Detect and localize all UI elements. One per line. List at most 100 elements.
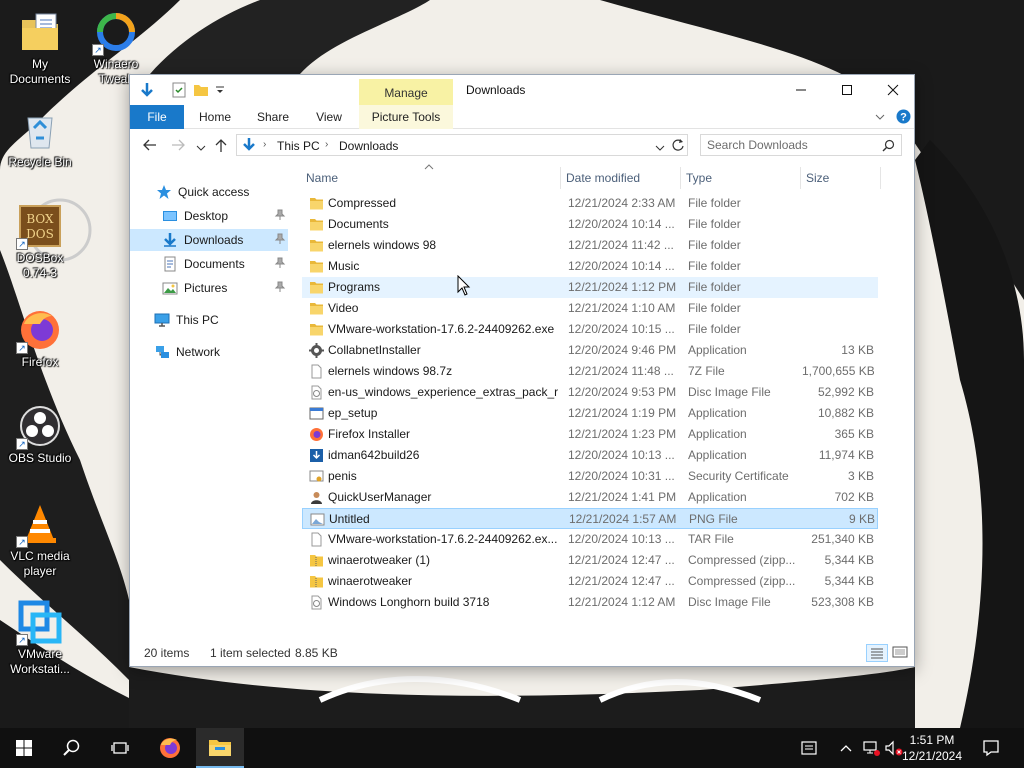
- file-name: Music: [328, 259, 360, 273]
- file-name: winaerotweaker: [328, 574, 413, 588]
- new-folder-icon[interactable]: [192, 81, 210, 99]
- file-row[interactable]: VMware-workstation-17.6.2-24409262.exe 12…: [302, 319, 878, 340]
- forward-icon[interactable]: [170, 138, 186, 155]
- notifications-button[interactable]: [982, 739, 1000, 760]
- title-bar[interactable]: Manage Downloads: [130, 75, 916, 109]
- refresh-icon[interactable]: [671, 138, 685, 155]
- column-divider[interactable]: [800, 167, 801, 189]
- file-row[interactable]: ep_setup 12/21/2024 1:19 PM Application 10,…: [302, 403, 878, 424]
- file-row[interactable]: idman642build26 12/20/2024 10:13 ... Appli…: [302, 445, 878, 466]
- file-name: Programs: [328, 280, 381, 294]
- close-button[interactable]: [870, 75, 916, 105]
- tab-view[interactable]: View: [306, 105, 352, 129]
- file-type: File folder: [688, 280, 741, 294]
- properties-icon[interactable]: [170, 81, 188, 99]
- clock[interactable]: 1:51 PM 12/21/2024: [892, 732, 972, 764]
- show-hidden-icons-icon[interactable]: [840, 742, 852, 756]
- column-header-type[interactable]: Type: [682, 168, 798, 188]
- back-icon[interactable]: [142, 138, 158, 155]
- tab-home[interactable]: Home: [192, 105, 238, 129]
- file-row[interactable]: en-us_windows_experience_extras_pack_r..…: [302, 382, 878, 403]
- column-divider[interactable]: [680, 167, 681, 189]
- customize-quick-access-icon[interactable]: [214, 81, 226, 99]
- desktop-icon-recycle-bin[interactable]: Recycle Bin: [2, 108, 78, 170]
- nav-documents[interactable]: Documents: [130, 253, 288, 275]
- file-row[interactable]: Music 12/20/2024 10:14 ... File folder: [302, 256, 878, 277]
- nav-network[interactable]: Network: [130, 341, 288, 363]
- column-divider[interactable]: [560, 167, 561, 189]
- file-row[interactable]: winaerotweaker 12/21/2024 12:47 ... Compre…: [302, 571, 878, 592]
- column-header-date-modified[interactable]: Date modified: [562, 168, 680, 188]
- selection-count: 1 item selected: [210, 646, 291, 660]
- up-icon[interactable]: [214, 137, 228, 156]
- column-divider[interactable]: [880, 167, 881, 189]
- address-row: › This PC › Downloads: [130, 133, 914, 159]
- network-icon: [154, 344, 170, 360]
- column-header-size[interactable]: Size: [802, 168, 878, 188]
- details-view-button[interactable]: [866, 644, 888, 662]
- desktop-icon-my-documents[interactable]: My Documents: [2, 10, 78, 87]
- nav-desktop[interactable]: Desktop: [130, 205, 288, 227]
- desktop-icon-vlc[interactable]: ↗ VLC media player: [2, 502, 78, 579]
- tab-file[interactable]: File: [130, 105, 184, 129]
- search-icon[interactable]: [882, 139, 895, 155]
- taskbar-file-explorer[interactable]: [196, 728, 244, 768]
- breadcrumb-this-pc[interactable]: This PC: [277, 139, 320, 153]
- network-tray-icon[interactable]: [862, 739, 880, 760]
- file-size: [802, 193, 874, 214]
- desktop-icon-dosbox[interactable]: BOX DOS ↗ DOSBox 0.74-3: [2, 204, 78, 281]
- window-title: Downloads: [466, 83, 526, 97]
- tab-share[interactable]: Share: [250, 105, 296, 129]
- file-type: TAR File: [688, 532, 734, 546]
- start-button[interactable]: [0, 728, 48, 768]
- file-row[interactable]: penis 12/20/2024 10:31 ... Security Certif…: [302, 466, 878, 487]
- taskbar-firefox[interactable]: [146, 728, 194, 768]
- file-row[interactable]: Video 12/21/2024 1:10 AM File folder: [302, 298, 878, 319]
- expand-ribbon-icon[interactable]: [874, 111, 886, 126]
- desktop-icon-obs-studio[interactable]: ↗ OBS Studio: [2, 404, 78, 466]
- file-row[interactable]: Firefox Installer 12/21/2024 1:23 PM Appli…: [302, 424, 878, 445]
- firefox-icon: ↗: [16, 308, 62, 354]
- file-row[interactable]: QuickUserManager 12/21/2024 1:41 PM Applic…: [302, 487, 878, 508]
- search-input[interactable]: [707, 137, 877, 153]
- file-type: 7Z File: [688, 364, 725, 378]
- file-row[interactable]: VMware-workstation-17.6.2-24409262.ex...…: [302, 529, 878, 550]
- notes-tray-icon[interactable]: [800, 739, 818, 760]
- file-type: Application: [688, 343, 747, 357]
- column-header-name[interactable]: Name: [302, 168, 558, 188]
- address-dropdown-icon[interactable]: [655, 141, 665, 155]
- search-box[interactable]: [700, 134, 902, 156]
- disc-icon: [309, 595, 324, 610]
- file-row[interactable]: Windows Longhorn build 3718 12/21/2024 1:…: [302, 592, 878, 613]
- file-row[interactable]: elernels windows 98.7z 12/21/2024 11:48 .…: [302, 361, 878, 382]
- minimize-button[interactable]: [778, 75, 824, 105]
- file-name: winaerotweaker (1): [328, 553, 431, 567]
- explorer-window: Manage Downloads File Home Share View Pi…: [129, 74, 915, 667]
- shortcut-arrow-icon: ↗: [16, 634, 28, 646]
- help-icon[interactable]: ?: [896, 109, 911, 127]
- nav-this-pc[interactable]: This PC: [130, 309, 288, 331]
- search-button[interactable]: [48, 728, 96, 768]
- vmware-icon: ↗: [16, 600, 62, 646]
- nav-quick-access[interactable]: Quick access: [130, 181, 288, 203]
- tab-picture-tools[interactable]: Picture Tools: [359, 105, 453, 129]
- recent-locations-icon[interactable]: [196, 141, 206, 155]
- nav-downloads[interactable]: Downloads: [130, 229, 288, 251]
- task-view-button[interactable]: [96, 728, 144, 768]
- file-date-modified: 12/21/2024 11:48 ...: [568, 364, 674, 378]
- file-row[interactable]: Untitled 12/21/2024 1:57 AM PNG File 9 KB: [302, 508, 878, 529]
- file-row[interactable]: Programs 12/21/2024 1:12 PM File folder: [302, 277, 878, 298]
- file-row[interactable]: winaerotweaker (1) 12/21/2024 12:47 ... Co…: [302, 550, 878, 571]
- clock-time: 1:51 PM: [909, 733, 955, 747]
- maximize-button[interactable]: [824, 75, 870, 105]
- file-row[interactable]: CollabnetInstaller 12/20/2024 9:46 PM Appl…: [302, 340, 878, 361]
- file-row[interactable]: Documents 12/20/2024 10:14 ... File folder: [302, 214, 878, 235]
- file-row[interactable]: elernels windows 98 12/21/2024 11:42 ... F…: [302, 235, 878, 256]
- address-bar[interactable]: › This PC › Downloads: [236, 134, 688, 156]
- desktop-icon-firefox[interactable]: ↗ Firefox: [2, 308, 78, 370]
- file-row[interactable]: Compressed 12/21/2024 2:33 AM File folder: [302, 193, 878, 214]
- nav-pictures[interactable]: Pictures: [130, 277, 288, 299]
- breadcrumb-downloads[interactable]: Downloads: [339, 139, 398, 153]
- large-icons-view-button[interactable]: [892, 645, 908, 662]
- desktop-icon-vmware[interactable]: ↗ VMware Workstati...: [2, 600, 78, 677]
